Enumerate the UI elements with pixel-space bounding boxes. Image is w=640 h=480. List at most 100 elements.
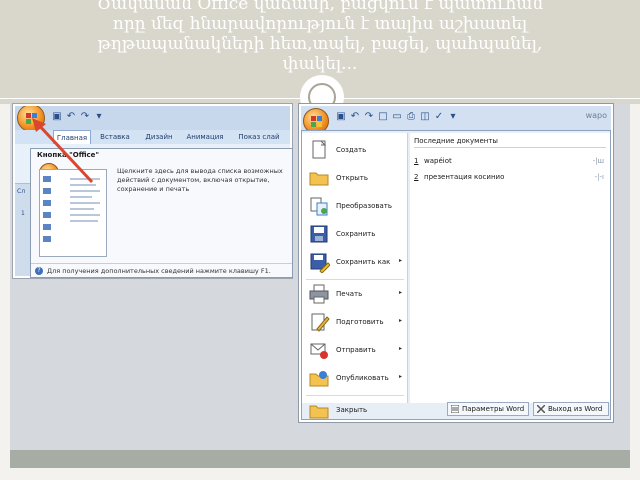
title-line-3: թղթապանակների հետ,տպել, բացել, պահպանել, — [97, 34, 543, 54]
convert-icon — [310, 197, 328, 216]
menu-item-print[interactable]: Печать ▸ — [302, 281, 408, 309]
preview-line — [70, 202, 100, 204]
tooltip-footer: ? Для получения дополнительных сведений … — [31, 263, 292, 277]
menu-item-label: Закрыть — [336, 406, 368, 414]
menu-item-label: Отправить — [336, 346, 376, 354]
office-logo-tile — [32, 113, 37, 118]
prepare-icon — [311, 313, 330, 332]
title-line-4: փակել... — [282, 54, 358, 74]
tooltip-title: Кнопка "Office" — [37, 151, 100, 159]
submenu-arrow-icon: ▸ — [398, 345, 402, 352]
menu-item-label: Подготовить — [336, 318, 384, 326]
exit-word-button[interactable]: Выход из Word — [533, 402, 609, 416]
open-folder-icon — [309, 172, 329, 186]
new-document-icon — [312, 140, 327, 159]
preview-line — [70, 190, 100, 192]
menu-item-send[interactable]: Отправить ▸ — [302, 337, 408, 365]
menu-item-label: Создать — [336, 146, 367, 154]
quick-access-toolbar: ▣ ↶ ↷ ▾ — [15, 106, 290, 132]
slide-footer-bar — [10, 450, 630, 468]
chevron-down-icon[interactable]: ▾ — [447, 111, 459, 123]
exit-word-label: Выход из Word — [548, 405, 603, 413]
word-options-button[interactable]: Параметры Word — [447, 402, 529, 416]
print-icon[interactable]: ⎙ — [405, 111, 417, 123]
submenu-arrow-icon: ▸ — [398, 257, 402, 264]
menu-item-label: Печать — [336, 290, 363, 298]
help-icon: ? — [35, 267, 43, 275]
undo-icon[interactable]: ↶ — [349, 111, 361, 123]
menu-item-prepare[interactable]: Подготовить ▸ — [302, 309, 408, 337]
preview-icon — [43, 236, 51, 242]
office-menu: Создать Открыть Преобразовать Сохранить … — [301, 130, 611, 420]
office-logo-tile — [317, 116, 322, 121]
tab-home[interactable]: Главная — [53, 130, 91, 144]
menu-item-label: Открыть — [336, 174, 368, 182]
redo-icon[interactable]: ↷ — [363, 111, 375, 123]
recent-document-item[interactable]: 1 wapéiot -|ш — [414, 157, 606, 169]
preview-icon — [43, 176, 51, 182]
tooltip-description: Щелкните здесь для вывода списка возможн… — [117, 167, 283, 193]
menu-item-label: Сохранить как — [336, 258, 391, 266]
menu-item-save-as[interactable]: Сохранить как ▸ — [302, 249, 408, 277]
menu-item-save[interactable]: Сохранить — [302, 221, 408, 249]
quick-access-toolbar: ▣ ↶ ↷ □ ▭ ⎙ ◫ ✓ ▾ wapo — [301, 106, 611, 134]
tab-design[interactable]: Дизайн — [139, 130, 179, 144]
recent-document-name: презентация косинио — [424, 173, 505, 181]
office-menu-commands: Создать Открыть Преобразовать Сохранить … — [302, 133, 408, 403]
slides-pane: Сл 1 — [15, 184, 31, 276]
preview-icon — [43, 224, 51, 230]
menu-preview-thumbnail — [39, 169, 107, 257]
menu-item-open[interactable]: Открыть — [302, 165, 408, 193]
tab-insert[interactable]: Вставка — [95, 130, 135, 144]
chevron-down-icon[interactable]: ▾ — [93, 111, 105, 123]
word-options-label: Параметры Word — [462, 405, 525, 413]
save-icon — [310, 225, 328, 243]
recent-document-name: wapéiot — [424, 157, 452, 165]
submenu-arrow-icon: ▸ — [398, 317, 402, 324]
print-icon — [309, 284, 329, 304]
close-folder-icon — [309, 405, 329, 419]
undo-icon[interactable]: ↶ — [65, 111, 77, 123]
preview-line — [70, 184, 96, 186]
new-icon[interactable]: □ — [377, 111, 389, 123]
menu-item-publish[interactable]: Опубликовать ▸ — [302, 365, 408, 393]
tab-slideshow[interactable]: Показ слай — [231, 130, 287, 144]
preview-icon[interactable]: ◫ — [419, 111, 431, 123]
preview-line — [70, 208, 94, 210]
window-title: wapo — [585, 111, 607, 120]
preview-line — [70, 220, 98, 222]
office-logo-icon — [311, 116, 316, 121]
office-logo-tile — [311, 122, 316, 127]
save-icon[interactable]: ▣ — [51, 111, 63, 123]
menu-item-new[interactable]: Создать — [302, 137, 408, 165]
pin-icon[interactable]: -|ш — [593, 157, 604, 165]
office-button[interactable] — [17, 106, 45, 132]
title-line-2: որը մեզ հնարավորություն է տալիս աշխատել — [112, 14, 528, 34]
save-icon[interactable]: ▣ — [335, 111, 347, 123]
office-button-tooltip: Кнопка "Office" Щелкните здесь для вывод… — [30, 148, 293, 278]
close-icon — [537, 405, 545, 413]
office-logo-tile — [317, 122, 322, 127]
menu-item-close[interactable]: Закрыть — [302, 400, 408, 420]
office-logo-tile — [32, 119, 37, 124]
preview-line — [70, 196, 92, 198]
menu-item-label: Опубликовать — [336, 374, 389, 382]
slide-number: 1 — [21, 210, 25, 217]
submenu-arrow-icon: ▸ — [398, 373, 402, 380]
tab-animation[interactable]: Анимация — [183, 130, 227, 144]
office-logo-tile — [26, 119, 31, 124]
options-icon — [451, 405, 459, 413]
recent-document-number: 1 — [414, 157, 419, 165]
preview-icon — [43, 188, 51, 194]
preview-icon — [43, 200, 51, 206]
recent-document-item[interactable]: 2 презентация косинио -|-ı — [414, 173, 606, 185]
spelling-icon[interactable]: ✓ — [433, 111, 445, 123]
office-menu-screenshot: ▣ ↶ ↷ □ ▭ ⎙ ◫ ✓ ▾ wapo Создать Открыть П… — [298, 103, 614, 423]
menu-item-convert[interactable]: Преобразовать — [302, 193, 408, 221]
recent-documents-title: Последние документы — [414, 137, 606, 148]
pin-icon[interactable]: -|-ı — [595, 173, 604, 181]
recent-document-number: 2 — [414, 173, 419, 181]
open-icon[interactable]: ▭ — [391, 111, 403, 123]
preview-icon — [43, 212, 51, 218]
redo-icon[interactable]: ↷ — [79, 111, 91, 123]
